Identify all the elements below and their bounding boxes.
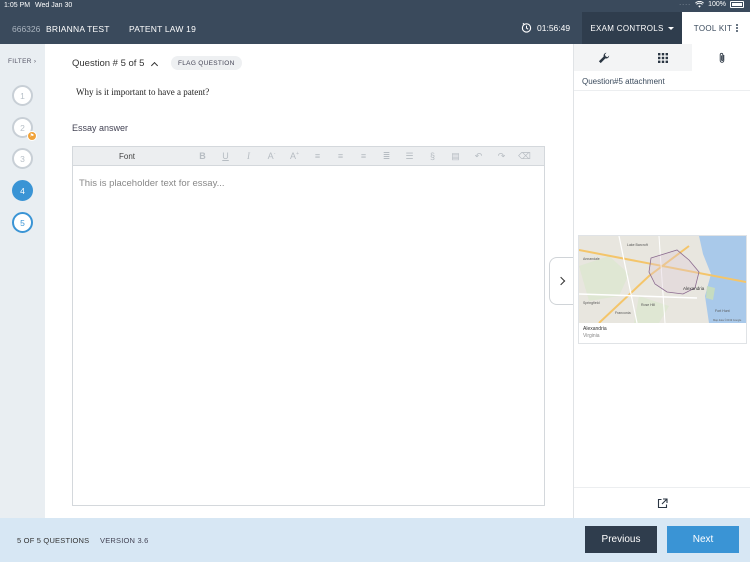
- question-pane: Question # 5 of 5 FLAG QUESTION Why is i…: [45, 44, 573, 518]
- divider: [574, 90, 750, 91]
- toolkit-label: TOOL KIT: [693, 23, 733, 33]
- chevron-right-icon: ›: [33, 58, 37, 65]
- battery-icon: [730, 1, 744, 8]
- question-text: Why is it important to have a patent?: [76, 87, 210, 97]
- tab-attachments[interactable]: [692, 44, 750, 71]
- flag-badge-icon: ⚑: [27, 131, 37, 141]
- top-bar: 1:05 PM Wed Jan 30 ···· 100% 666326 BRIA…: [0, 0, 750, 44]
- essay-label: Essay answer: [72, 123, 129, 133]
- map-label-fort-hunt: Fort Hunt: [715, 309, 730, 313]
- map-label-rose-hill: Rose Hill: [641, 303, 655, 307]
- filter-label: FILTER: [8, 58, 32, 65]
- map-caption-title: Alexandria: [583, 326, 607, 332]
- bullet-list-icon[interactable]: ☰: [398, 151, 421, 162]
- redo-icon[interactable]: ↷: [490, 151, 513, 162]
- toolkit-button[interactable]: TOOL KIT: [682, 12, 750, 44]
- toolkit-panel: Question#5 attachment Alexandria Annanda…: [573, 44, 750, 518]
- signal-icon: ····: [679, 1, 692, 8]
- more-vertical-icon: [736, 24, 739, 32]
- status-right: ···· 100%: [679, 1, 744, 8]
- version-label: VERSION 3.6: [100, 536, 149, 545]
- toggle-panel-button[interactable]: [549, 257, 573, 305]
- grid-icon: [657, 52, 668, 63]
- underline-icon[interactable]: U: [214, 151, 237, 161]
- question-nav-1[interactable]: 1: [12, 85, 33, 106]
- chevron-right-icon: [556, 276, 565, 286]
- open-external-icon[interactable]: [657, 497, 668, 509]
- map-caption-subtitle: Virginia: [583, 333, 600, 339]
- essay-editor[interactable]: Font B U I A- A+ ≡ ≡ ≡ ≣ ☰ § ▤ ↶ ↷ ⌫ Thi…: [72, 146, 545, 506]
- font-size-decrease-icon[interactable]: A-: [260, 151, 283, 161]
- status-date: Wed Jan 30: [35, 2, 73, 9]
- chevron-down-icon: [667, 26, 674, 30]
- map-label-franconia: Franconia: [615, 311, 631, 315]
- question-navigator: FILTER › 1 2 ⚑ 3 4 5: [0, 44, 45, 518]
- exam-controls-button[interactable]: EXAM CONTROLS: [582, 12, 682, 44]
- align-right-icon[interactable]: ≡: [352, 151, 375, 161]
- font-dropdown[interactable]: Font: [119, 152, 135, 161]
- map-caption: Alexandria Virginia: [579, 323, 746, 343]
- battery-percent: 100%: [708, 1, 726, 8]
- next-button[interactable]: Next: [667, 526, 739, 553]
- map-label-annandale: Annandale: [583, 257, 600, 261]
- status-bar: 1:05 PM Wed Jan 30 ···· 100%: [0, 0, 750, 11]
- student-name: BRIANNA TEST: [46, 24, 110, 34]
- align-center-icon[interactable]: ≡: [329, 151, 352, 161]
- filter-button[interactable]: FILTER ›: [8, 58, 36, 65]
- font-size-increase-icon[interactable]: A+: [283, 151, 306, 161]
- student-id: 666326: [12, 24, 41, 34]
- section-symbol-icon[interactable]: §: [421, 151, 444, 161]
- course-name: PATENT LAW 19: [129, 24, 196, 34]
- tab-tools[interactable]: [574, 44, 633, 71]
- map-copyright: Map data ©2019 Google: [713, 318, 742, 322]
- question-header-label: Question # 5 of 5: [72, 58, 145, 69]
- timer-icon: [521, 22, 532, 33]
- wifi-icon: [695, 1, 704, 8]
- question-header[interactable]: Question # 5 of 5: [72, 58, 159, 69]
- status-time: 1:05 PM: [4, 2, 31, 9]
- paperclip-icon: [719, 52, 724, 63]
- tab-apps[interactable]: [633, 44, 692, 71]
- map-image: Alexandria Annandale Springfield Fort Hu…: [579, 236, 746, 323]
- align-left-icon[interactable]: ≡: [306, 151, 329, 161]
- map-label-springfield: Springfield: [583, 301, 600, 305]
- previous-button[interactable]: Previous: [585, 526, 657, 553]
- bold-icon[interactable]: B: [191, 151, 214, 161]
- toolkit-tabs: [574, 44, 750, 71]
- timer-value: 01:56:49: [537, 22, 571, 33]
- footer-bar: 5 OF 5 QUESTIONS VERSION 3.6 Previous Ne…: [0, 518, 750, 562]
- exam-controls-label: EXAM CONTROLS: [590, 23, 664, 33]
- map-label-alexandria: Alexandria: [683, 286, 705, 291]
- essay-placeholder: This is placeholder text for essay...: [79, 178, 225, 189]
- question-nav-5[interactable]: 5: [12, 212, 33, 233]
- attachment-title: Question#5 attachment: [582, 77, 665, 86]
- clear-format-icon[interactable]: ⌫: [513, 151, 536, 162]
- spellcheck-icon[interactable]: ▤: [444, 151, 467, 162]
- map-label-lake-barcroft: Lake Barcroft: [627, 243, 648, 247]
- wrench-icon: [598, 52, 609, 63]
- map-attachment[interactable]: Alexandria Annandale Springfield Fort Hu…: [578, 235, 747, 344]
- panel-footer: [574, 487, 750, 518]
- chevron-up-icon: [151, 61, 159, 69]
- question-count: 5 OF 5 QUESTIONS: [17, 536, 90, 545]
- question-nav-4[interactable]: 4: [12, 180, 33, 201]
- question-nav-3[interactable]: 3: [12, 148, 33, 169]
- exam-timer[interactable]: 01:56:49: [521, 22, 570, 33]
- editor-toolbar: Font B U I A- A+ ≡ ≡ ≡ ≣ ☰ § ▤ ↶ ↷ ⌫: [73, 147, 544, 166]
- italic-icon[interactable]: I: [237, 151, 260, 161]
- undo-icon[interactable]: ↶: [467, 151, 490, 162]
- align-justify-icon[interactable]: ≣: [375, 151, 398, 162]
- flag-question-button[interactable]: FLAG QUESTION: [171, 56, 242, 70]
